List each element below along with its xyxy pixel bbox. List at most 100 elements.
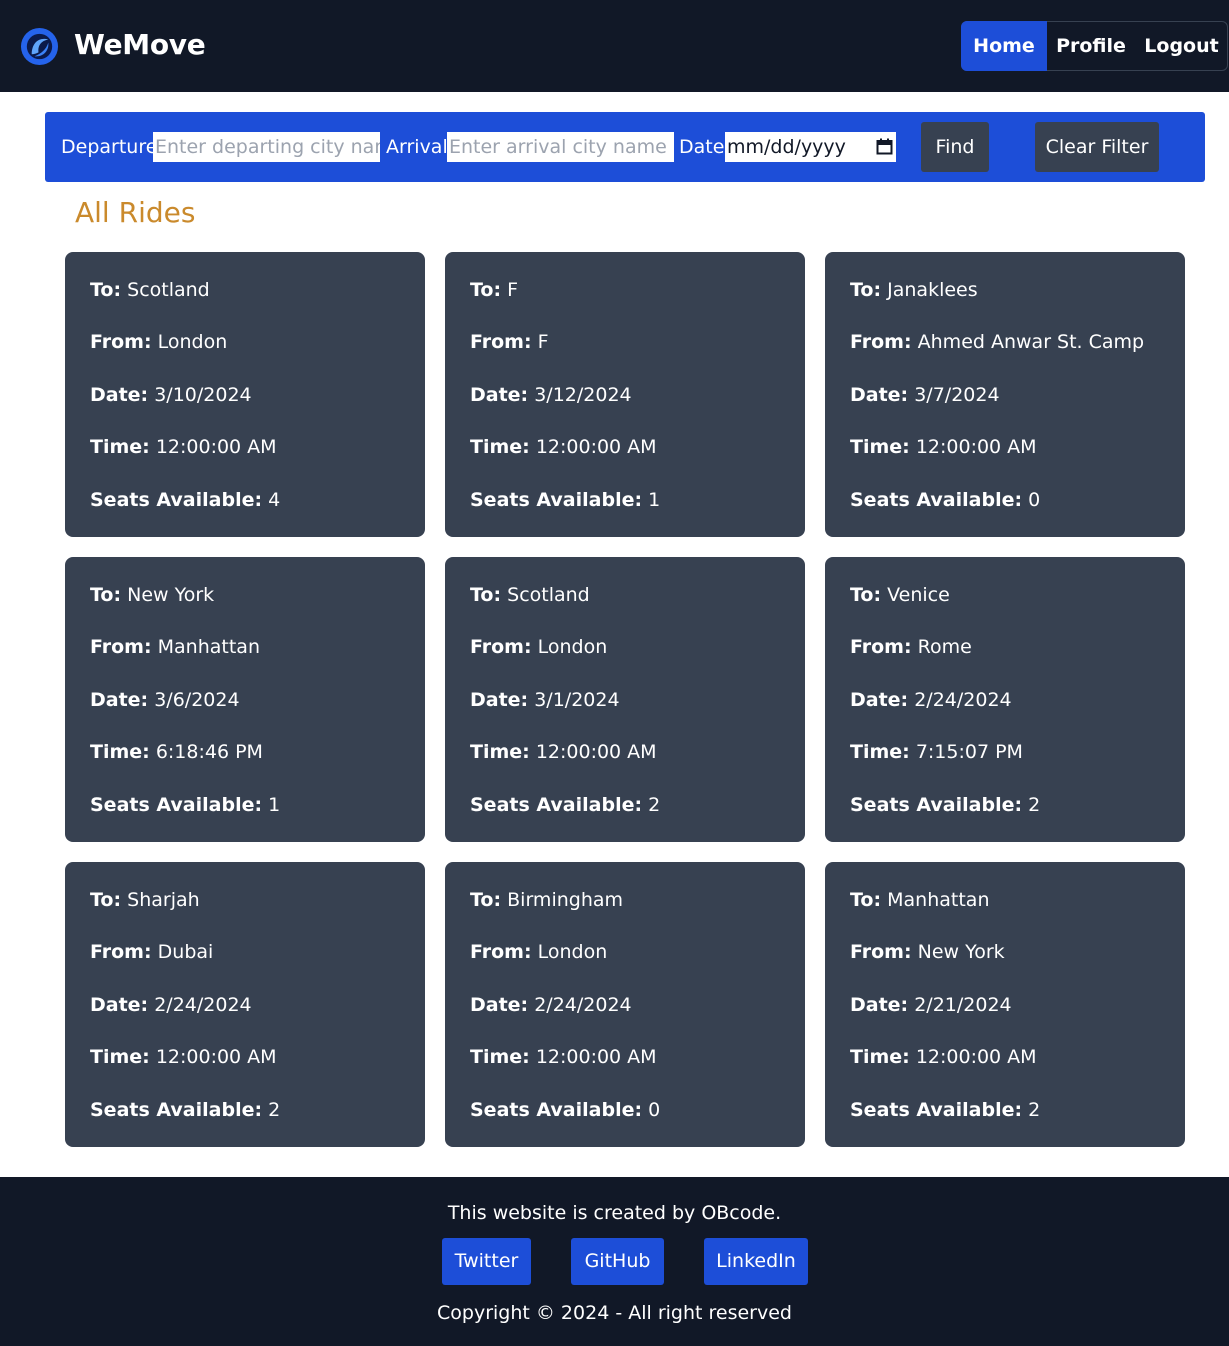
ride-card[interactable]: To: Scotland From: London Date: 3/1/2024 Ti… bbox=[445, 557, 805, 842]
ride-from-row: From: F bbox=[470, 331, 549, 353]
nav-profile-button[interactable]: Profile bbox=[1047, 21, 1135, 71]
ride-date-row: Date: 3/1/2024 bbox=[470, 689, 620, 711]
ride-to-label: To: bbox=[90, 889, 122, 911]
ride-card[interactable]: To: New York From: Manhattan Date: 3/6/202… bbox=[65, 557, 425, 842]
ride-card[interactable]: To: Scotland From: London Date: 3/10/2024 T… bbox=[65, 252, 425, 537]
ride-card[interactable]: To: Venice From: Rome Date: 2/24/2024 Time:… bbox=[825, 557, 1185, 842]
arrival-label: Arrival bbox=[386, 136, 448, 158]
ride-to-row: To: Manhattan bbox=[850, 889, 990, 911]
ride-date-row: Date: 2/24/2024 bbox=[90, 994, 252, 1016]
all-rides-heading: All Rides bbox=[75, 196, 196, 229]
ride-time-row: Time: 12:00:00 AM bbox=[90, 1046, 277, 1068]
ride-date-label: Date: bbox=[850, 689, 909, 711]
ride-to-value: F bbox=[507, 279, 519, 301]
ride-date-value: 3/12/2024 bbox=[534, 384, 632, 406]
ride-date-label: Date: bbox=[470, 689, 529, 711]
ride-from-value: London bbox=[537, 941, 608, 963]
ride-from-value: Manhattan bbox=[157, 636, 260, 658]
ride-from-row: From: London bbox=[90, 331, 227, 353]
ride-to-label: To: bbox=[90, 584, 122, 606]
ride-from-label: From: bbox=[470, 941, 532, 963]
arrival-input[interactable]: Enter arrival city name bbox=[447, 132, 674, 162]
ride-from-value: Ahmed Anwar St. Camp bbox=[917, 331, 1145, 353]
ride-date-label: Date: bbox=[90, 689, 149, 711]
ride-to-value: Venice bbox=[887, 584, 950, 606]
ride-date-value: 3/7/2024 bbox=[914, 384, 1000, 406]
ride-to-value: Sharjah bbox=[127, 889, 200, 911]
ride-seats-value: 0 bbox=[1028, 489, 1041, 511]
ride-from-value: Dubai bbox=[157, 941, 214, 963]
ride-from-value: New York bbox=[917, 941, 1005, 963]
ride-from-row: From: Ahmed Anwar St. Camp bbox=[850, 331, 1144, 353]
calendar-icon[interactable] bbox=[876, 138, 893, 155]
ride-date-row: Date: 2/24/2024 bbox=[470, 994, 632, 1016]
ride-card[interactable]: To: Birmingham From: London Date: 2/24/202… bbox=[445, 862, 805, 1147]
ride-time-label: Time: bbox=[470, 741, 530, 763]
ride-from-value: Rome bbox=[917, 636, 972, 658]
ride-time-value: 12:00:00 AM bbox=[915, 1046, 1037, 1068]
ride-date-row: Date: 2/21/2024 bbox=[850, 994, 1012, 1016]
ride-seats-value: 1 bbox=[648, 489, 661, 511]
ride-date-row: Date: 3/6/2024 bbox=[90, 689, 240, 711]
ride-seats-label: Seats Available: bbox=[850, 489, 1023, 511]
ride-to-row: To: Venice bbox=[850, 584, 950, 606]
ride-date-label: Date: bbox=[470, 384, 529, 406]
ride-from-label: From: bbox=[850, 941, 912, 963]
github-link-button[interactable]: GitHub bbox=[571, 1238, 664, 1285]
nav-home-button[interactable]: Home bbox=[961, 21, 1047, 71]
ride-date-value: 2/21/2024 bbox=[914, 994, 1012, 1016]
linkedin-link-button[interactable]: LinkedIn bbox=[704, 1238, 808, 1285]
ride-to-label: To: bbox=[470, 584, 502, 606]
twitter-link-button[interactable]: Twitter bbox=[442, 1238, 531, 1285]
ride-seats-value: 0 bbox=[648, 1099, 661, 1121]
brand-name[interactable]: WeMove bbox=[74, 28, 206, 61]
ride-from-row: From: Manhattan bbox=[90, 636, 260, 658]
date-input[interactable]: mm/dd/yyyy bbox=[725, 132, 896, 162]
ride-card[interactable]: To: Janaklees From: Ahmed Anwar St. Camp D… bbox=[825, 252, 1185, 537]
wemove-logo-icon[interactable] bbox=[20, 27, 59, 66]
footer-credit: This website is created by OBcode. bbox=[447, 1202, 782, 1224]
ride-card[interactable]: To: Sharjah From: Dubai Date: 2/24/2024 Tim… bbox=[65, 862, 425, 1147]
ride-date-value: 2/24/2024 bbox=[534, 994, 632, 1016]
copyright-text: Copyright © 2024 - All right reserved bbox=[437, 1302, 792, 1324]
ride-time-label: Time: bbox=[90, 1046, 150, 1068]
ride-card[interactable]: To: Manhattan From: New York Date: 2/21/20… bbox=[825, 862, 1185, 1147]
ride-from-label: From: bbox=[90, 331, 152, 353]
ride-date-value: 2/24/2024 bbox=[914, 689, 1012, 711]
ride-to-label: To: bbox=[470, 889, 502, 911]
ride-to-label: To: bbox=[90, 279, 122, 301]
departure-input[interactable]: Enter departing city name bbox=[153, 132, 380, 162]
ride-seats-value: 2 bbox=[268, 1099, 281, 1121]
ride-seats-label: Seats Available: bbox=[470, 1099, 643, 1121]
ride-seats-row: Seats Available: 2 bbox=[850, 1099, 1040, 1121]
ride-from-label: From: bbox=[850, 331, 912, 353]
clear-filter-button[interactable]: Clear Filter bbox=[1035, 122, 1159, 172]
ride-date-value: 3/10/2024 bbox=[154, 384, 252, 406]
ride-time-row: Time: 6:18:46 PM bbox=[90, 741, 263, 763]
ride-seats-value: 4 bbox=[268, 489, 281, 511]
ride-to-value: Scotland bbox=[507, 584, 590, 606]
ride-date-label: Date: bbox=[90, 384, 149, 406]
find-button[interactable]: Find bbox=[921, 122, 989, 172]
ride-to-value: Manhattan bbox=[887, 889, 990, 911]
ride-seats-row: Seats Available: 2 bbox=[90, 1099, 280, 1121]
ride-time-value: 12:00:00 AM bbox=[155, 1046, 277, 1068]
ride-to-label: To: bbox=[850, 279, 882, 301]
ride-from-label: From: bbox=[470, 636, 532, 658]
ride-to-row: To: Scotland bbox=[90, 279, 210, 301]
top-navbar: WeMove Home Profile Logout bbox=[0, 0, 1229, 92]
ride-date-label: Date: bbox=[470, 994, 529, 1016]
ride-from-value: London bbox=[157, 331, 228, 353]
ride-to-label: To: bbox=[850, 584, 882, 606]
nav-logout-button[interactable]: Logout bbox=[1135, 21, 1228, 71]
ride-from-row: From: Dubai bbox=[90, 941, 213, 963]
ride-seats-row: Seats Available: 0 bbox=[470, 1099, 660, 1121]
ride-seats-value: 2 bbox=[648, 794, 661, 816]
ride-time-label: Time: bbox=[850, 436, 910, 458]
ride-date-row: Date: 3/10/2024 bbox=[90, 384, 252, 406]
ride-time-label: Time: bbox=[90, 741, 150, 763]
ride-card[interactable]: To: F From: F Date: 3/12/2024 Time: 12:00:0… bbox=[445, 252, 805, 537]
ride-date-row: Date: 3/12/2024 bbox=[470, 384, 632, 406]
ride-filter-bar: Departure Enter departing city name Arri… bbox=[45, 112, 1205, 182]
nav-button-group: Home Profile Logout bbox=[961, 21, 1228, 71]
